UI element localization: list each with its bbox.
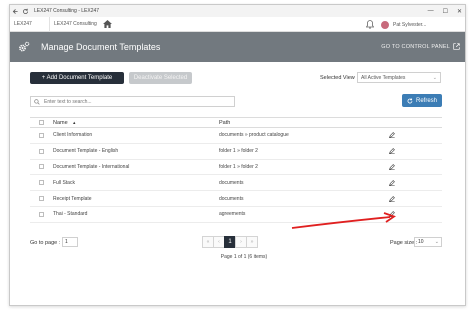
row-path: documents » product catalogue — [219, 132, 289, 139]
open-external-icon — [453, 43, 460, 50]
home-icon[interactable] — [103, 20, 112, 28]
reload-icon — [22, 8, 28, 14]
row-select-cell — [30, 180, 52, 186]
row-actions — [389, 164, 442, 170]
select-all-checkbox[interactable] — [38, 120, 44, 125]
page-size-dropdown[interactable]: 10 ⌄ — [414, 237, 442, 247]
search-box[interactable] — [30, 96, 235, 107]
table-row[interactable]: Thai - Standard agreements — [30, 207, 442, 223]
row-actions — [389, 179, 442, 186]
row-path: documents — [219, 179, 244, 186]
search-input[interactable] — [44, 98, 224, 105]
table-header: Name ▲ Path — [30, 117, 442, 128]
column-header-path[interactable]: Path — [219, 120, 389, 126]
row-checkbox[interactable] — [38, 211, 44, 217]
row-actions — [389, 132, 442, 139]
app-title: LEX247 Consulting - LEX247 — [34, 8, 100, 14]
column-header-label: Path — [219, 119, 231, 126]
edit-icon[interactable] — [389, 164, 395, 170]
title-bar: LEX247 Consulting - LEX247 — ☐ ✕ — [10, 5, 465, 17]
app-window: LEX247 Consulting - LEX247 — ☐ ✕ LEX247 … — [9, 4, 466, 306]
last-page-button[interactable]: » — [246, 236, 258, 248]
row-select-cell — [30, 211, 52, 217]
page-size-value: 10 — [418, 239, 424, 245]
row-name: Document Template - English — [53, 148, 119, 155]
control-panel-label: GO TO CONTROL PANEL — [381, 43, 450, 50]
row-path: folder 1 » folder 2 — [219, 163, 258, 170]
row-select-cell — [30, 196, 52, 202]
window-controls: — ☐ ✕ — [428, 5, 462, 17]
refresh-label: Refresh — [415, 97, 437, 104]
page-title: Manage Document Templates — [41, 42, 161, 52]
row-select-cell — [30, 164, 52, 170]
row-name: Document Template - International — [53, 163, 130, 170]
row-select-cell — [30, 132, 52, 138]
tenant-tab-lex247[interactable]: LEX247 — [10, 16, 50, 32]
selected-view-dropdown[interactable]: All Active Templates ⌄ — [357, 72, 441, 83]
edit-icon[interactable] — [389, 195, 395, 202]
row-checkbox[interactable] — [38, 148, 44, 154]
add-document-template-button[interactable]: + Add Document Template — [30, 72, 124, 84]
row-name: Client Information — [53, 132, 93, 139]
reload-button[interactable] — [20, 6, 30, 16]
table-row[interactable]: Document Template - International folder… — [30, 160, 442, 176]
selected-view-label: Selected View — [320, 75, 355, 81]
column-header-label: Name — [53, 119, 68, 126]
table-row[interactable]: Receipt Template documents — [30, 191, 442, 207]
row-path: folder 1 » folder 2 — [219, 148, 258, 155]
table-row[interactable]: Full Stack documents — [30, 175, 442, 192]
pager: « ‹ 1 › » — [202, 236, 258, 248]
maximize-button[interactable]: ☐ — [443, 8, 448, 15]
tenant-tab-label: LEX247 Consulting — [54, 21, 97, 27]
edit-icon[interactable] — [389, 211, 395, 218]
search-icon — [34, 98, 40, 105]
row-actions — [389, 148, 442, 155]
column-header-name[interactable]: Name ▲ — [52, 120, 219, 126]
back-button[interactable] — [10, 6, 20, 16]
page-info: Page 1 of 1 (6 items) — [220, 254, 268, 260]
chevron-down-icon: ⌄ — [434, 239, 439, 245]
gears-icon — [19, 41, 30, 52]
sort-ascending-icon: ▲ — [72, 119, 77, 125]
edit-icon[interactable] — [389, 179, 395, 186]
select-all-cell — [30, 120, 52, 125]
refresh-icon — [407, 97, 413, 103]
row-name: Receipt Template — [53, 195, 92, 202]
edit-icon[interactable] — [389, 132, 395, 139]
deactivate-selected-button[interactable]: Deactivate Selected — [129, 72, 192, 84]
refresh-button[interactable]: Refresh — [402, 94, 442, 107]
bell-icon[interactable] — [366, 20, 374, 29]
row-actions — [389, 195, 442, 202]
chevron-down-icon: ⌄ — [432, 75, 437, 81]
table-row[interactable]: Document Template - English folder 1 » f… — [30, 144, 442, 160]
row-select-cell — [30, 148, 52, 154]
row-checkbox[interactable] — [38, 164, 44, 170]
goto-page-label: Go to page : — [30, 240, 61, 246]
user-menu[interactable]: Pat Sylvester... — [380, 19, 465, 30]
templates-table: Name ▲ Path Client Information documents… — [30, 117, 442, 223]
page-header: Manage Document Templates GO TO CONTROL … — [10, 32, 465, 62]
context-bar: LEX247 LEX247 Consulting Pat Sylvester..… — [10, 16, 465, 32]
goto-page-input[interactable]: 1 — [62, 237, 78, 247]
avatar — [380, 19, 390, 30]
row-checkbox[interactable] — [38, 180, 44, 186]
row-checkbox[interactable] — [38, 196, 44, 202]
tenant-tab-label: LEX247 — [14, 21, 32, 27]
close-button[interactable]: ✕ — [457, 8, 462, 15]
row-actions — [389, 211, 442, 218]
row-name: Full Stack — [53, 179, 75, 186]
minimize-button[interactable]: — — [428, 8, 434, 14]
control-panel-link[interactable]: GO TO CONTROL PANEL — [381, 43, 460, 50]
table-row[interactable]: Client Information documents » product c… — [30, 128, 442, 144]
tenant-tab-consulting[interactable]: LEX247 Consulting — [50, 17, 100, 32]
user-name: Pat Sylvester... — [393, 21, 427, 28]
edit-icon[interactable] — [389, 148, 395, 155]
row-path: documents — [219, 195, 244, 202]
arrow-left-icon — [12, 8, 18, 14]
row-name: Thai - Standard — [53, 211, 88, 218]
row-path: agreements — [219, 211, 246, 218]
selected-view-value: All Active Templates — [361, 74, 406, 81]
row-checkbox[interactable] — [38, 132, 44, 138]
